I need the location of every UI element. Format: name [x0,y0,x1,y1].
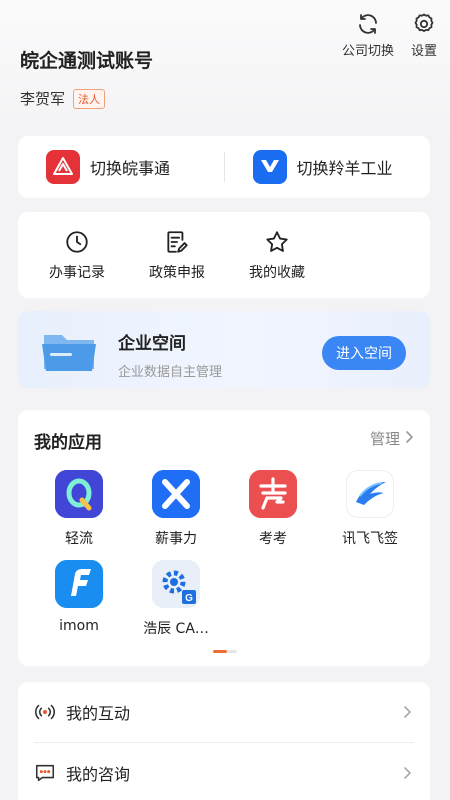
my-apps-card: 我的应用 管理 轻流 薪事力 考考 讯飞飞签 imom G 浩辰 CA… [18,410,430,666]
chevron-right-icon [404,430,414,448]
app-kaokao[interactable]: 考考 [225,470,321,548]
chat-bubble-icon [34,762,56,784]
apps-manage-link[interactable]: 管理 [370,428,414,449]
quick-item-policy-apply[interactable]: 政策申报 [142,228,212,282]
my-list-card: 我的互动 我的咨询 [18,682,430,800]
app-label: 考考 [259,531,287,547]
company-name: 皖企通测试账号 [20,50,154,72]
lingyang-logo-icon [252,150,287,184]
enter-space-button[interactable]: 进入空间 [322,336,406,370]
page-dot [227,650,237,653]
apps-title: 我的应用 [34,433,102,453]
platform-switch-card: 切换皖事通 切换羚羊工业 [18,136,430,198]
imom-app-icon [55,560,103,608]
space-subtitle: 企业数据自主管理 [118,365,223,380]
switch-lingyang-button[interactable]: 切换羚羊工业 [225,150,431,184]
kaokao-app-icon [249,470,297,518]
clock-icon [63,228,91,256]
app-haochen-cad[interactable]: G 浩辰 CA… [128,560,224,638]
role-badge: 法人 [73,88,106,109]
settings-button[interactable]: 设置 [410,10,438,59]
switch-company-button[interactable]: 公司切换 [342,10,394,59]
quick-actions-card: 办事记录 政策申报 我的收藏 [18,212,430,298]
switch-wanshitong-button[interactable]: 切换皖事通 [18,150,224,184]
switch-wanshitong-label: 切换皖事通 [90,159,171,178]
refresh-icon [354,10,382,38]
app-label: 薪事力 [155,531,197,547]
svg-text:G: G [185,593,193,604]
quick-item-label: 我的收藏 [249,265,305,281]
quick-item-service-records[interactable]: 办事记录 [42,228,112,282]
document-edit-icon [163,228,191,256]
app-qingliu[interactable]: 轻流 [31,470,127,548]
quick-item-label: 政策申报 [149,265,205,281]
space-title: 企业空间 [118,334,186,354]
switch-company-label: 公司切换 [341,44,394,59]
list-item-my-consultation[interactable]: 我的咨询 [34,743,414,800]
user-row: 李贺军 法人 [20,88,106,109]
xinshili-app-icon [152,470,200,518]
star-icon [263,228,291,256]
gear-icon [410,10,438,38]
app-label: 浩辰 CA… [143,621,209,637]
list-item-my-interaction[interactable]: 我的互动 [34,682,414,742]
app-label: imom [59,618,99,634]
app-imom[interactable]: imom [31,560,127,634]
chevron-right-icon [400,705,414,719]
quick-item-label: 办事记录 [49,265,105,281]
app-label: 轻流 [65,531,93,547]
top-actions: 公司切换 设置 [342,10,438,59]
xunfei-feiqian-app-icon [346,470,394,518]
apps-manage-label: 管理 [369,430,400,448]
enterprise-space-card: 企业空间 企业数据自主管理 进入空间 [18,311,430,388]
broadcast-icon [34,701,56,723]
settings-label: 设置 [410,44,437,59]
apps-page-indicator [213,650,237,653]
wanshitong-logo-icon [46,150,80,184]
app-xunfei-feiqian[interactable]: 讯飞飞签 [322,470,418,548]
list-item-label: 我的互动 [66,704,131,723]
quick-item-favorites[interactable]: 我的收藏 [242,228,312,282]
page-dot-active [213,650,227,653]
haochen-cad-app-icon: G [152,560,200,608]
switch-lingyang-label: 切换羚羊工业 [296,159,393,178]
user-name: 李贺军 [20,90,66,108]
folder-icon [40,331,98,373]
list-item-label: 我的咨询 [66,765,131,784]
qingliu-app-icon [55,470,103,518]
app-label: 讯飞飞签 [342,531,398,547]
app-xinshili[interactable]: 薪事力 [128,470,224,548]
chevron-right-icon [400,766,414,780]
